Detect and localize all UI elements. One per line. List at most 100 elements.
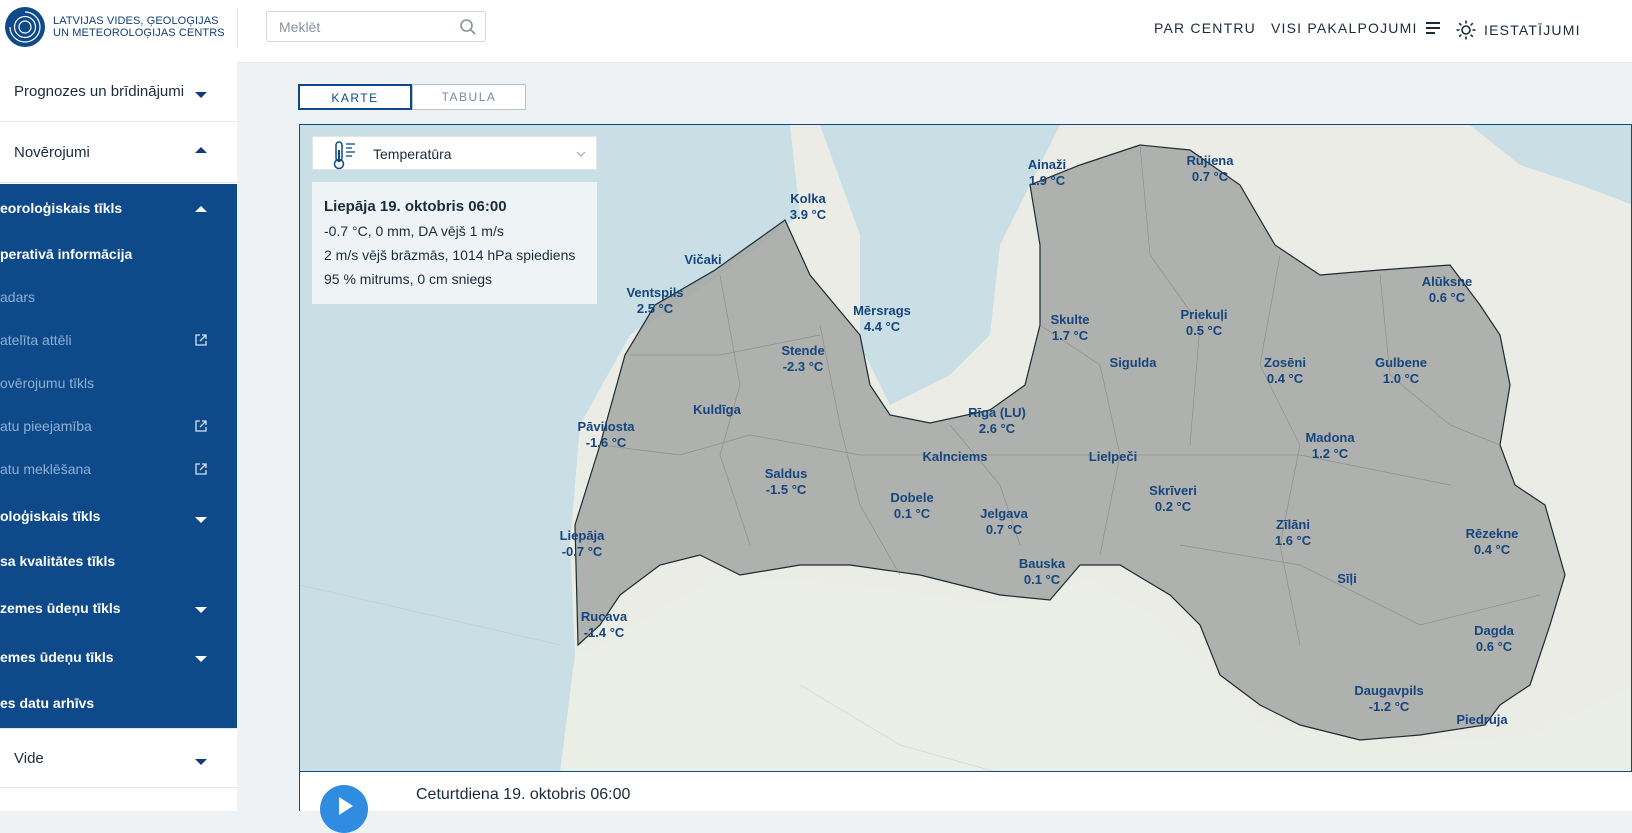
nav-about-label: PAR CENTRU [1154,20,1256,36]
lvgmc-logo[interactable]: LATVIJAS VIDES, ĢEOLOĢIJAS UN METEOROLOĢ… [4,6,225,48]
chevron-down-icon [195,517,207,523]
sidebar-item-environment[interactable]: Vide [0,728,237,788]
station-sigulda[interactable]: Sigulda [1110,355,1157,371]
station-gulbene[interactable]: Gulbene 1.0 °C [1375,355,1427,387]
radar-label: adars [0,289,36,305]
nav-services-label: VISI PAKALPOJUMI [1271,20,1418,36]
sidebar-item-operational[interactable]: perativā informācija [0,240,237,270]
station-info-title: Liepāja 19. oktobris 06:00 [324,198,507,215]
station-ventspils[interactable]: Ventspils 2.5 °C [626,285,683,317]
station-skulte[interactable]: Skulte 1.7 °C [1050,312,1089,344]
search-icon[interactable] [459,18,477,36]
sidebar-item-radar[interactable]: adars [0,283,237,313]
station-mersrags[interactable]: Mērsrags 4.4 °C [853,303,911,335]
station-ainazi[interactable]: Ainaži 1.9 °C [1028,157,1066,189]
operational-label: perativā informācija [0,246,133,262]
station-daugavpils[interactable]: Daugavpils -1.2 °C [1354,683,1423,715]
station-kuldiga[interactable]: Kuldīga [693,402,741,418]
play-button[interactable] [320,785,368,833]
tab-map[interactable]: KARTE [298,84,412,110]
station-pavilosta[interactable]: Pāvilosta -1.6 °C [577,419,634,451]
obs-network-label: ovērojumu tīkls [0,375,95,391]
chevron-up-icon [195,147,207,153]
data-availability-label: atu pieejamība [0,418,92,434]
sidebar-item-ground-water[interactable]: emes ūdeņu tīkls [0,643,237,673]
sidebar-item-forecasts[interactable]: Prognozes un brīdinājumi [0,62,237,122]
timeline-date: Ceturtdiena 19. oktobris 06:00 [416,786,631,803]
station-stende[interactable]: Stende -2.3 °C [781,343,824,375]
sidebar-item-meteo-network[interactable]: eoroloģiskais tīkls [0,194,237,224]
sidebar-item-air-quality[interactable]: sa kvalitātes tīkls [0,547,237,577]
header: LATVIJAS VIDES, ĢEOLOĢIJAS UN METEOROLOĢ… [0,0,1632,63]
sidebar-item-data-archive[interactable]: es datu arhīvs [0,689,237,719]
meteo-network-label: eoroloģiskais tīkls [0,200,123,216]
parameter-select[interactable]: Temperatūra [312,136,597,170]
station-dagda[interactable]: Dagda 0.6 °C [1474,623,1514,655]
sidebar-observations-submenu: eoroloģiskais tīkls perativā informācija… [0,184,237,728]
chevron-up-icon [195,206,207,212]
station-kalnciems[interactable]: Kalnciems [922,449,987,465]
station-rucava[interactable]: Rucava -1.4 °C [581,609,627,641]
station-saldus[interactable]: Saldus -1.5 °C [765,466,808,498]
satellite-label: atelīta attēli [0,332,72,348]
sidebar-forecasts-label: Prognozes un brīdinājumi [14,83,185,100]
station-info-line2: 2 m/s vējš brāzmās, 1014 hPa spiediens [324,247,576,263]
list-icon [1425,22,1440,34]
environment-label: Vide [14,750,44,767]
surface-water-label: zemes ūdeņu tīkls [0,600,121,616]
station-sili[interactable]: Sīļi [1337,571,1357,587]
data-archive-label: es datu arhīvs [0,695,95,711]
sidebar: Prognozes un brīdinājumi Novērojumi eoro… [0,62,237,811]
station-vicaki[interactable]: Vičaki [684,252,721,268]
station-rujiena[interactable]: Rūjiena 0.7 °C [1187,153,1234,185]
search-input[interactable] [277,18,451,36]
sidebar-item-surface-water[interactable]: zemes ūdeņu tīkls [0,594,237,624]
station-info-line3: 95 % mitrums, 0 cm sniegs [324,271,493,287]
nav-settings[interactable]: IESTATĪJUMI [1456,20,1581,40]
chevron-down-icon [195,607,207,613]
chevron-down-icon [195,92,207,98]
logo-text: LATVIJAS VIDES, ĢEOLOĢIJAS UN METEOROLOĢ… [53,15,225,39]
station-aluksne[interactable]: Alūksne 0.6 °C [1422,274,1473,306]
station-dobele[interactable]: Dobele 0.1 °C [890,490,933,522]
parameter-label: Temperatūra [373,146,452,162]
sidebar-item-satellite[interactable]: atelīta attēli [0,326,237,356]
station-madona[interactable]: Madona 1.2 °C [1305,430,1354,462]
sun-icon [1456,20,1476,40]
sidebar-item-data-availability[interactable]: atu pieejamība [0,412,237,442]
sidebar-item-obs-network[interactable]: ovērojumu tīkls [0,369,237,399]
station-skriveri[interactable]: Skrīveri 0.2 °C [1149,483,1197,515]
nav-about[interactable]: PAR CENTRU [1154,20,1256,36]
station-piedruja[interactable]: Piedruja [1456,712,1507,728]
station-zilani[interactable]: Zīlāni 1.6 °C [1275,517,1311,549]
station-lielpeci[interactable]: Lielpeči [1089,449,1137,465]
logo-line1: LATVIJAS VIDES, ĢEOLOĢIJAS [53,15,219,27]
station-zoseni[interactable]: Zosēni 0.4 °C [1264,355,1306,387]
map-view[interactable]: Temperatūra Liepāja 19. oktobris 06:00 -… [299,124,1632,772]
sidebar-observations-label: Novērojumi [14,144,90,161]
air-quality-label: sa kvalitātes tīkls [0,553,116,569]
station-riga-lu[interactable]: Rīga (LU) 2.6 °C [968,405,1026,437]
search-box[interactable] [266,11,486,42]
sidebar-item-data-search[interactable]: atu meklēšana [0,455,237,485]
station-priekuli[interactable]: Priekuļi 0.5 °C [1181,307,1228,339]
station-rezekne[interactable]: Rēzekne 0.4 °C [1466,526,1519,558]
nav-all-services[interactable]: VISI PAKALPOJUMI [1271,20,1440,36]
tab-table[interactable]: TABULA [412,84,526,110]
station-liepaja[interactable]: Liepāja -0.7 °C [560,528,605,560]
external-link-icon [195,420,207,432]
external-link-icon [195,334,207,346]
view-tabs: KARTE TABULA [298,84,526,110]
station-info-line1: -0.7 °C, 0 mm, DA vējš 1 m/s [324,223,504,239]
logo-line2: UN METEOROLOĢIJAS CENTRS [53,27,225,39]
sidebar-item-hydro-network[interactable]: oloģiskais tīkls [0,502,237,532]
station-jelgava[interactable]: Jelgava 0.7 °C [980,506,1028,538]
chevron-down-icon [195,656,207,662]
hydro-network-label: oloģiskais tīkls [0,508,101,524]
station-bauska[interactable]: Bauska 0.1 °C [1019,556,1065,588]
station-kolka[interactable]: Kolka 3.9 °C [790,191,826,223]
nav-settings-label: IESTATĪJUMI [1484,22,1581,38]
sidebar-item-observations[interactable]: Novērojumi [0,123,237,183]
data-search-label: atu meklēšana [0,461,92,477]
logo-icon [5,7,45,47]
